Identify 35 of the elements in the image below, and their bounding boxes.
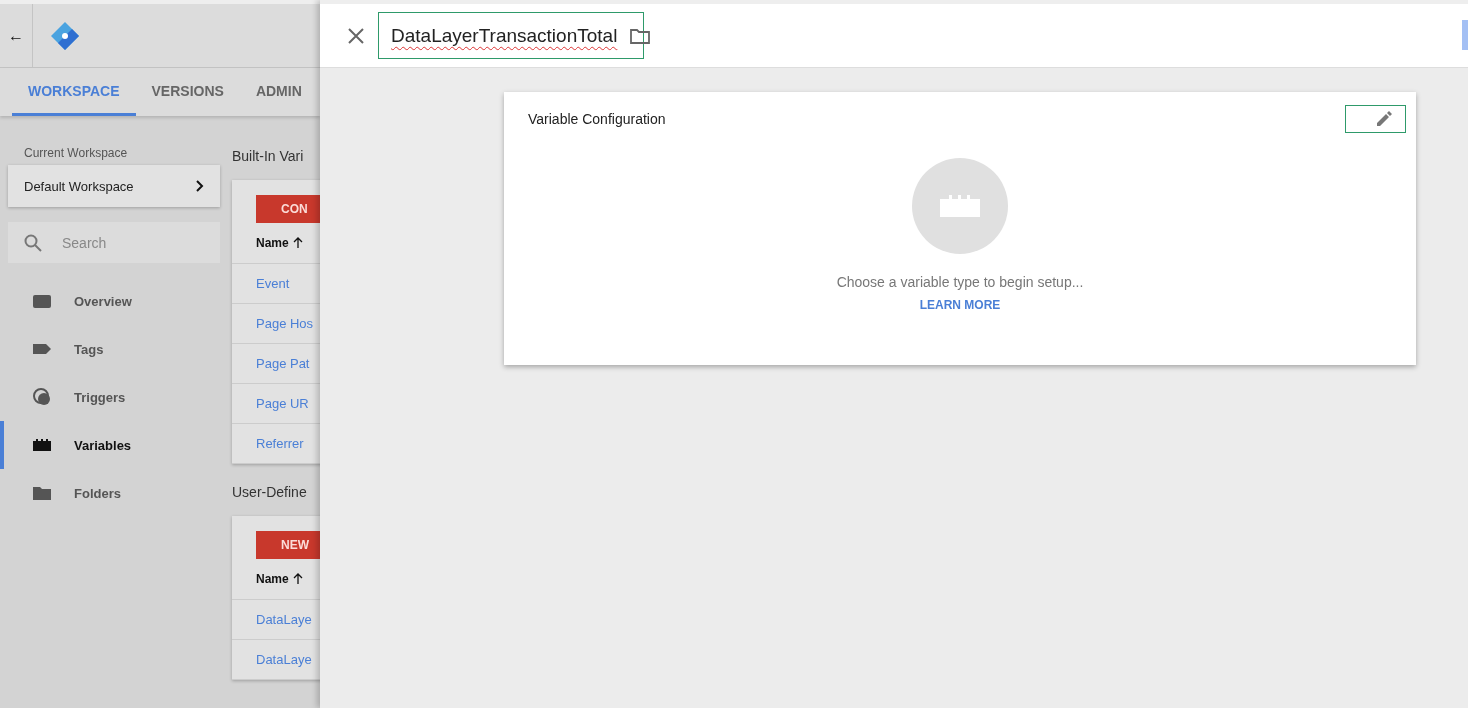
search-placeholder: Search [62, 234, 107, 251]
inbox-icon [32, 293, 52, 309]
nav-tab[interactable]: ADMIN [239, 68, 318, 116]
diamond-logo [50, 20, 80, 51]
sidebar-item[interactable]: Folders [0, 469, 232, 517]
workspace-selector[interactable]: Default Workspace [8, 165, 220, 207]
section-title: User-Define [232, 484, 308, 500]
sidebar-item[interactable]: Triggers [0, 373, 232, 421]
sort-arrow-icon [292, 237, 303, 249]
sidebar-item[interactable]: Tags [0, 325, 232, 373]
search-field[interactable]: Search [8, 222, 220, 263]
pencil-icon [1375, 110, 1393, 128]
action-button[interactable]: CON [256, 195, 320, 223]
sidebar-item[interactable]: Overview [0, 277, 232, 325]
tag-icon [32, 343, 52, 355]
card-title: Variable Configuration [528, 111, 666, 127]
folder-icon[interactable] [630, 27, 651, 44]
edit-button[interactable] [1345, 105, 1406, 133]
nav-tab[interactable]: WORKSPACE [12, 68, 136, 116]
brick-icon [32, 438, 52, 452]
brick-icon [939, 194, 981, 218]
back-button[interactable]: ← [0, 4, 33, 67]
hint-text: Choose a variable type to begin setup... [836, 274, 1084, 290]
search-icon [24, 233, 42, 252]
learn-more-link[interactable]: LEARN MORE [919, 298, 1001, 312]
section-title: Built-In Vari [232, 148, 305, 164]
workspace-caption: Current Workspace [24, 146, 129, 160]
name-field[interactable]: DataLayerTransactionTotal [378, 12, 645, 59]
folder-icon [32, 485, 52, 501]
sort-arrow-icon [292, 573, 303, 585]
action-button[interactable]: NEW [256, 531, 320, 559]
close-icon[interactable] [348, 27, 364, 44]
chevron-icon [196, 180, 204, 192]
nav-tab[interactable]: VERSIONS [135, 68, 240, 116]
triggers-icon [32, 387, 52, 407]
